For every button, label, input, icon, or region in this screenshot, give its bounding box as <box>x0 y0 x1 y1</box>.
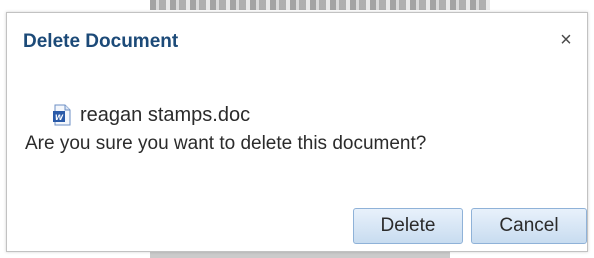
delete-button[interactable]: Delete <box>353 208 463 244</box>
dialog-header: Delete Document × <box>7 13 587 71</box>
background-content-strip <box>150 0 490 10</box>
delete-document-dialog: Delete Document × w reagan stamps.doc Ar… <box>6 12 588 252</box>
confirm-message: Are you sure you want to delete this doc… <box>25 133 427 154</box>
file-row: w reagan stamps.doc <box>52 103 250 127</box>
file-name: reagan stamps.doc <box>80 103 251 126</box>
svg-text:w: w <box>55 112 64 123</box>
close-icon: × <box>560 29 572 51</box>
cancel-button[interactable]: Cancel <box>471 208 587 244</box>
dialog-title: Delete Document <box>23 31 179 52</box>
close-button[interactable]: × <box>555 29 577 51</box>
word-doc-icon: w <box>52 104 72 126</box>
background-content-bottom <box>150 252 450 258</box>
